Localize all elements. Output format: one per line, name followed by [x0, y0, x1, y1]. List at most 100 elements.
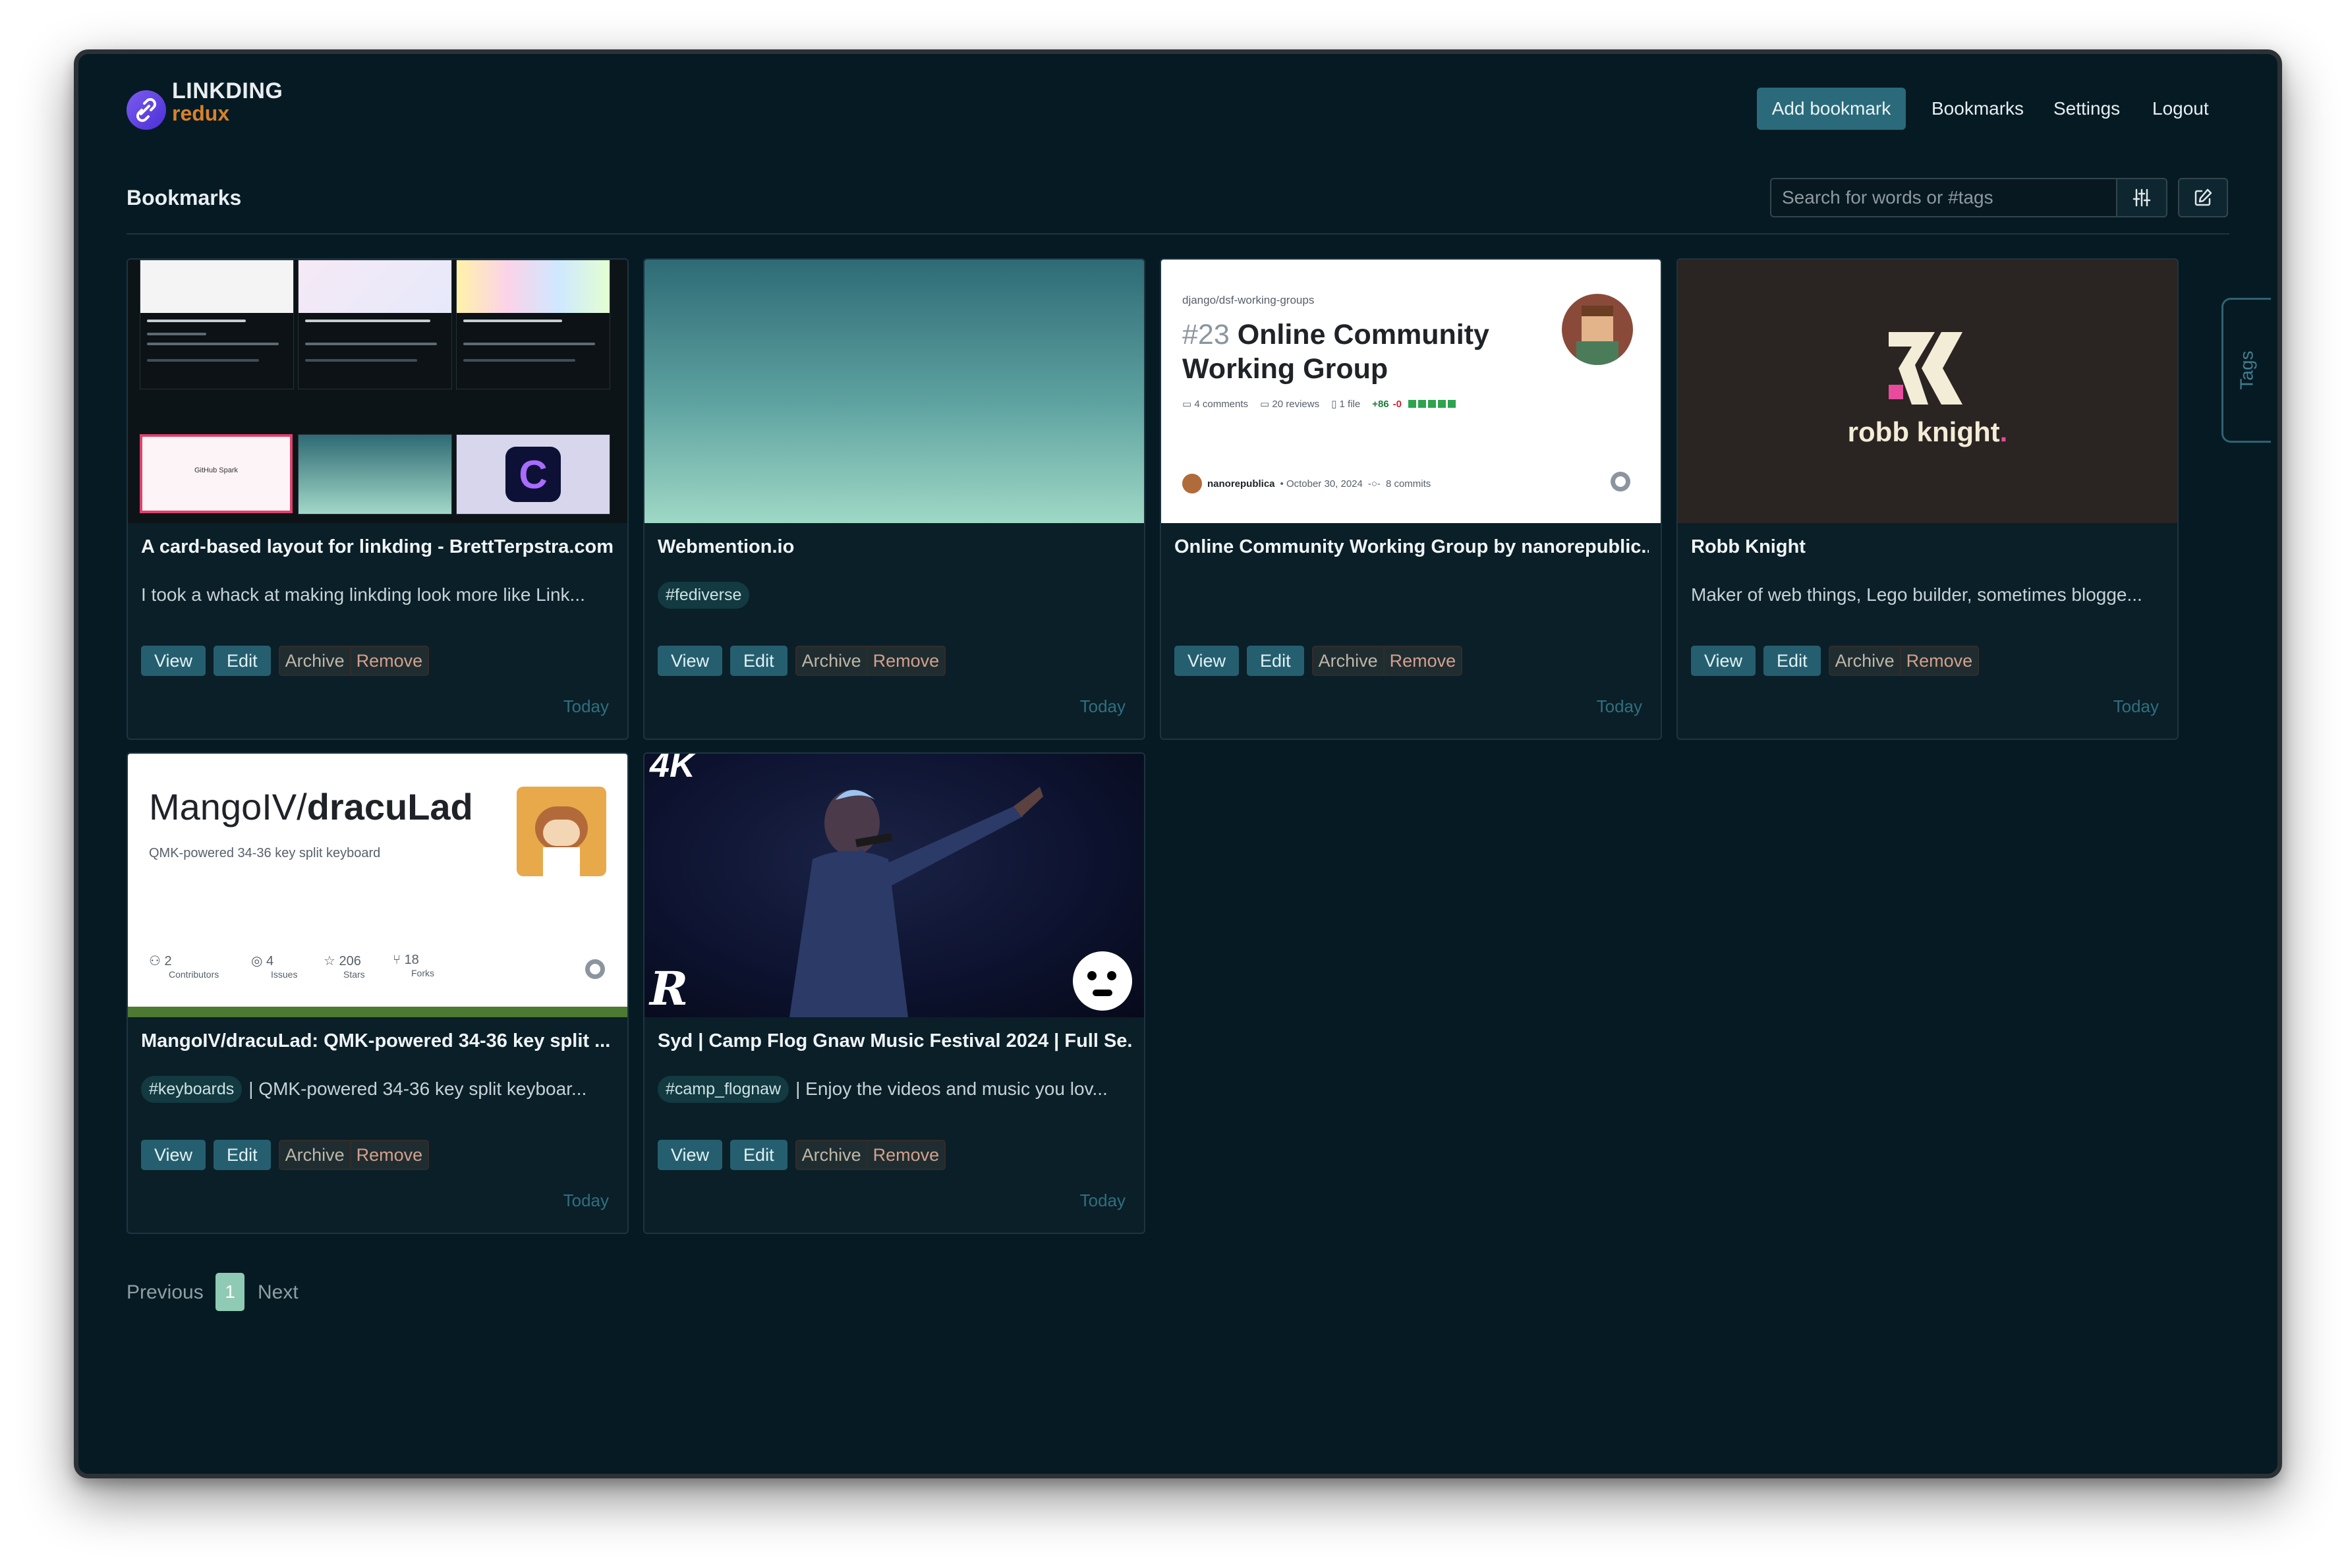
card-thumbnail[interactable]: MangoIV/dracuLad QMK-powered 34-36 key s…: [128, 754, 627, 1017]
pr-date: • October 30, 2024: [1280, 478, 1363, 490]
card-thumbnail[interactable]: 4K R: [644, 754, 1144, 1017]
card-description-row: #fediverse: [658, 580, 1132, 609]
commit-icon: -○-: [1367, 478, 1381, 490]
archive-button[interactable]: Archive: [280, 647, 351, 675]
thumb-label: GitHub Spark: [194, 466, 239, 474]
archive-button[interactable]: Archive: [1313, 647, 1385, 675]
search-input[interactable]: Search for words or #tags: [1770, 178, 2117, 217]
card-title[interactable]: Webmention.io: [658, 536, 1132, 558]
card-thumbnail[interactable]: GitHub Spark C: [128, 260, 627, 523]
bookmark-card: GitHub Spark C A card-based layout for l…: [127, 258, 629, 740]
channel-logo-icon: R: [650, 961, 689, 1016]
card-description-row: #camp_flognaw | Enjoy the videos and mus…: [658, 1075, 1132, 1104]
pr-files: ▯ 1 file: [1331, 399, 1361, 410]
tag-badge[interactable]: #fediverse: [658, 581, 750, 609]
pr-author: nanorepublica: [1207, 478, 1275, 490]
edit-button[interactable]: Edit: [214, 1140, 271, 1170]
card-actions: View Edit Archive Remove: [141, 1140, 430, 1170]
add-bookmark-button[interactable]: Add bookmark: [1757, 88, 1906, 130]
page-title: Bookmarks: [127, 186, 242, 210]
card-date: Today: [1079, 696, 1126, 716]
nav-settings-link[interactable]: Settings: [2053, 88, 2120, 130]
edit-button[interactable]: Edit: [1247, 646, 1304, 676]
repo-avatar: [517, 787, 606, 876]
tag-badge[interactable]: #keyboards: [141, 1075, 243, 1103]
edit-button[interactable]: Edit: [1763, 646, 1821, 676]
archive-remove-group: Archive Remove: [1828, 646, 1980, 676]
archive-button[interactable]: Archive: [280, 1141, 351, 1169]
archive-remove-group: Archive Remove: [278, 1140, 430, 1170]
repo-description: QMK-powered 34-36 key split keyboard: [149, 846, 381, 860]
card-description-row: #keyboards | QMK-powered 34-36 key split…: [141, 1075, 615, 1104]
edit-button[interactable]: Edit: [730, 646, 787, 676]
view-button[interactable]: View: [1174, 646, 1240, 676]
logo-subtext: redux: [172, 101, 230, 125]
archive-button[interactable]: Archive: [797, 647, 868, 675]
logo-text: LINKDING: [172, 78, 283, 103]
bookmark-card: MangoIV/dracuLad QMK-powered 34-36 key s…: [127, 752, 629, 1234]
card-date: Today: [563, 1190, 609, 1210]
card-thumbnail[interactable]: [644, 260, 1144, 523]
archive-remove-group: Archive Remove: [1311, 646, 1463, 676]
tags-sidebar-tab[interactable]: Tags: [2221, 298, 2271, 443]
edit-mode-button[interactable]: [2178, 178, 2228, 217]
card-description-row: Maker of web things, Lego builder, somet…: [1691, 580, 2165, 609]
remove-button[interactable]: Remove: [868, 1141, 945, 1169]
card-title[interactable]: Online Community Working Group by nanore…: [1174, 536, 1649, 558]
bookmark-card: django/dsf-working-groups #23 Online Com…: [1160, 258, 1662, 740]
pagination-next[interactable]: Next: [258, 1281, 299, 1304]
tag-badge[interactable]: #camp_flognaw: [658, 1075, 789, 1103]
stat-issues: ◎ 4 Issues: [251, 954, 298, 980]
card-description: I took a whack at making linkding look m…: [141, 584, 585, 605]
archive-remove-group: Archive Remove: [795, 1140, 946, 1170]
pr-stats: ▭ 4 comments ▭ 20 reviews ▯ 1 file +86 -…: [1182, 398, 1456, 410]
nav-bookmarks-link[interactable]: Bookmarks: [1931, 88, 2024, 130]
card-thumbnail[interactable]: django/dsf-working-groups #23 Online Com…: [1161, 260, 1661, 523]
remove-button[interactable]: Remove: [351, 1141, 428, 1169]
card-thumbnail[interactable]: robb knight.: [1678, 260, 2177, 523]
archive-button[interactable]: Archive: [1830, 647, 1901, 675]
stat-stars: ☆ 206 Stars: [324, 954, 365, 980]
nav-logout-link[interactable]: Logout: [2152, 88, 2209, 130]
edit-button[interactable]: Edit: [730, 1140, 787, 1170]
logo-icon[interactable]: [127, 90, 166, 130]
archive-button[interactable]: Archive: [797, 1141, 868, 1169]
view-button[interactable]: View: [1691, 646, 1756, 676]
performer-silhouette-icon: [789, 787, 1043, 1017]
card-actions: View Edit Archive Remove: [658, 646, 946, 676]
card-description: | QMK-powered 34-36 key split keyboar...: [248, 1078, 587, 1099]
pr-number: #23: [1182, 319, 1230, 350]
pencil-square-icon: [2194, 188, 2212, 206]
pagination-previous[interactable]: Previous: [127, 1281, 204, 1304]
pagination-current-page[interactable]: 1: [215, 1273, 244, 1311]
archive-remove-group: Archive Remove: [278, 646, 430, 676]
language-bar: [128, 1007, 627, 1017]
filter-button[interactable]: [2117, 178, 2167, 217]
view-button[interactable]: View: [141, 646, 206, 676]
card-title[interactable]: A card-based layout for linkding - Brett…: [141, 536, 615, 558]
pr-heading: #23 Online Community Working Group: [1182, 318, 1525, 386]
view-button[interactable]: View: [141, 1140, 206, 1170]
card-title[interactable]: MangoIV/dracuLad: QMK-powered 34-36 key …: [141, 1030, 615, 1052]
robb-knight-wordmark: robb knight.: [1847, 416, 2008, 447]
view-button[interactable]: View: [658, 1140, 723, 1170]
edit-button[interactable]: Edit: [214, 646, 271, 676]
robb-knight-logo-icon: [1889, 332, 1962, 405]
pr-commits: 8 commits: [1385, 478, 1431, 490]
remove-button[interactable]: Remove: [351, 647, 428, 675]
diff-bar: [1408, 400, 1456, 408]
remove-button[interactable]: Remove: [1901, 647, 1978, 675]
remove-button[interactable]: Remove: [1385, 647, 1462, 675]
pr-repo: django/dsf-working-groups: [1182, 294, 1315, 306]
pr-footer: nanorepublica • October 30, 2024 -○- 8 c…: [1182, 474, 1431, 493]
view-button[interactable]: View: [658, 646, 723, 676]
card-title[interactable]: Robb Knight: [1691, 536, 2165, 558]
pr-diff-plus: +86: [1372, 398, 1389, 410]
stat-contributors: ⚇ 2 Contributors: [149, 954, 219, 980]
bookmark-card: 4K R Syd | Camp Flog Gnaw Music Festival…: [643, 752, 1145, 1234]
card-title[interactable]: Syd | Camp Flog Gnaw Music Festival 2024…: [658, 1030, 1132, 1052]
avatar: [1562, 294, 1633, 365]
archive-remove-group: Archive Remove: [795, 646, 946, 676]
app-icon: C: [505, 447, 561, 502]
remove-button[interactable]: Remove: [868, 647, 945, 675]
